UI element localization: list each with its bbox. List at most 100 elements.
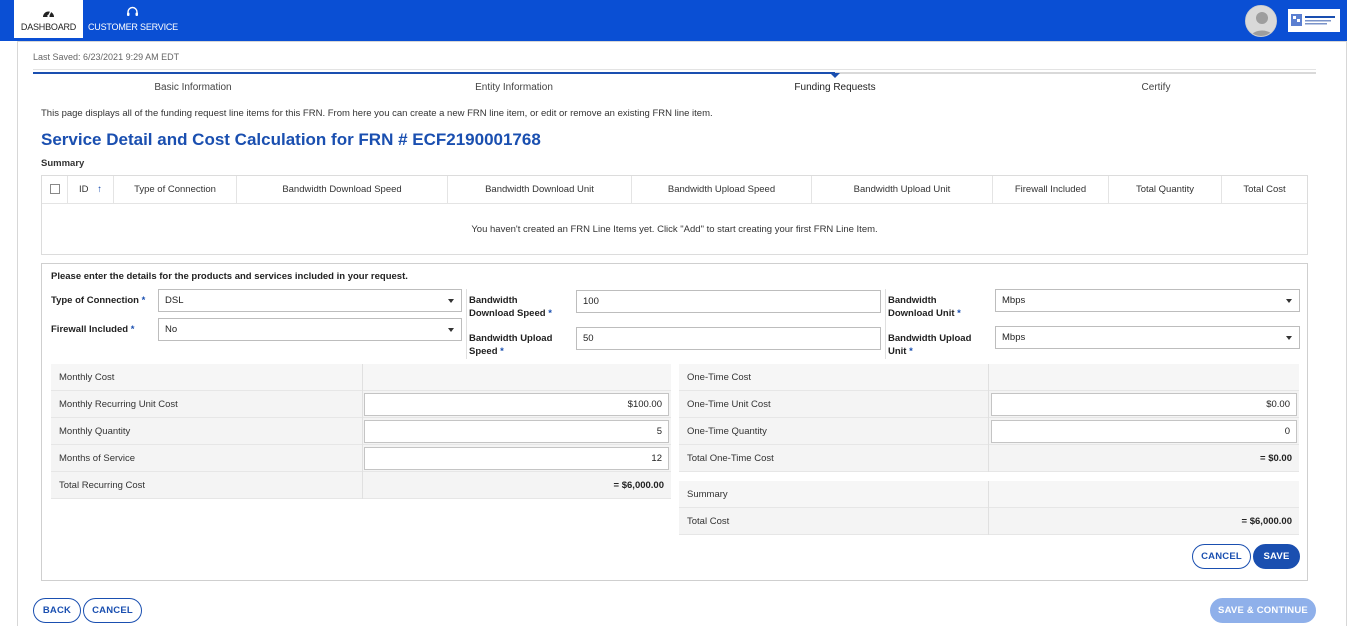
bandwidth-upload-unit-label-line2: Unit [888,346,907,357]
select-all-cell [42,176,68,204]
firewall-included-select[interactable]: No [158,318,462,341]
column-header-bandwidth-upload-unit[interactable]: Bandwidth Upload Unit [812,176,993,204]
bandwidth-download-unit-label-line2-wrap: Download Unit * [888,307,961,320]
monthly-unit-cost-label: Monthly Recurring Unit Cost [59,399,178,410]
user-avatar[interactable] [1245,5,1277,37]
summary-header-row: Summary [679,481,1299,508]
cell-divider [362,364,363,391]
top-navigation-bar: DASHBOARD CUSTOMER SERVICE [0,0,1347,41]
firewall-included-value: No [165,324,178,335]
type-of-connection-select[interactable]: DSL [158,289,462,312]
cell-divider [988,508,989,535]
monthly-quantity-label: Monthly Quantity [59,426,131,437]
bandwidth-download-speed-label-line1: Bandwidth [469,295,518,306]
bandwidth-download-unit-value: Mbps [1002,295,1026,306]
bandwidth-download-unit-label: Bandwidth Download Unit * [888,294,961,320]
bandwidth-upload-unit-label: Bandwidth Upload Unit * [888,332,971,358]
form-save-button[interactable]: SAVE [1253,544,1300,569]
chevron-down-icon [448,299,454,303]
organization-logo [1288,9,1340,32]
total-recurring-cost-label: Total Recurring Cost [59,480,146,491]
bandwidth-upload-unit-select[interactable]: Mbps [995,326,1300,349]
one-time-unit-cost-input[interactable]: $0.00 [991,393,1297,416]
one-time-unit-cost-label: One-Time Unit Cost [687,399,771,410]
type-of-connection-value: DSL [165,295,184,306]
step-basic-information[interactable]: Basic Information [93,82,293,93]
firewall-included-label-text: Firewall Included [51,324,129,335]
months-of-service-row: Months of Service 12 [51,445,671,472]
total-one-time-cost-label: Total One-Time Cost [687,453,774,464]
nav-customer-service-label: CUSTOMER SERVICE [88,22,178,32]
one-time-quantity-input[interactable]: 0 [991,420,1297,443]
cancel-button[interactable]: CANCEL [83,598,142,623]
cell-divider [988,391,989,418]
bandwidth-download-speed-label: Bandwidth Download Speed * [469,294,552,320]
one-time-quantity-label: One-Time Quantity [687,426,767,437]
column-header-id[interactable]: ID ↑ [68,176,114,204]
column-header-total-quantity[interactable]: Total Quantity [1109,176,1222,204]
step-entity-information[interactable]: Entity Information [414,82,614,93]
line-items-table: ID ↑ Type of Connection Bandwidth Downlo… [41,175,1308,255]
bandwidth-upload-unit-value: Mbps [1002,332,1026,343]
last-saved-text: Last Saved: 6/23/2021 9:29 AM EDT [33,52,180,62]
monthly-cost-header-row: Monthly Cost [51,364,671,391]
nav-dashboard[interactable]: DASHBOARD [14,0,83,41]
cell-divider [362,418,363,445]
column-header-firewall-included[interactable]: Firewall Included [993,176,1109,204]
active-step-indicator [830,73,840,78]
monthly-quantity-input[interactable]: 5 [364,420,669,443]
monthly-unit-cost-input[interactable]: $100.00 [364,393,669,416]
column-header-bandwidth-download-speed[interactable]: Bandwidth Download Speed [237,176,448,204]
chevron-down-icon [1286,336,1292,340]
bandwidth-download-unit-label-line2: Download Unit [888,308,955,319]
column-header-type-of-connection[interactable]: Type of Connection [114,176,237,204]
one-time-cost-header: One-Time Cost [687,372,752,383]
cell-divider [988,481,989,508]
cell-divider [988,418,989,445]
column-header-id-label: ID [79,184,89,195]
nav-dashboard-label: DASHBOARD [20,22,77,32]
monthly-quantity-row: Monthly Quantity 5 [51,418,671,445]
column-header-total-cost[interactable]: Total Cost [1222,176,1307,204]
one-time-quantity-row: One-Time Quantity 0 [679,418,1299,445]
summary-heading: Summary [41,158,85,169]
bandwidth-upload-unit-label-line2-wrap: Unit * [888,345,971,358]
page-description: This page displays all of the funding re… [41,108,713,119]
required-marker: * [500,346,504,357]
total-cost-value: = $6,000.00 [1241,516,1292,527]
step-funding-requests[interactable]: Funding Requests [735,82,935,93]
required-marker: * [957,308,961,319]
dashboard-gauge-icon [43,10,54,18]
firewall-included-label: Firewall Included * [51,323,134,336]
line-item-form: Please enter the details for the product… [41,263,1308,581]
total-recurring-cost-value: = $6,000.00 [613,480,664,491]
bandwidth-download-unit-label-line1: Bandwidth [888,295,937,306]
usac-logo-icon [1288,9,1340,32]
sort-ascending-icon[interactable]: ↑ [97,184,102,195]
nav-customer-service[interactable]: CUSTOMER SERVICE [88,0,178,41]
divider [33,69,1316,70]
bandwidth-upload-unit-label-line1: Bandwidth Upload [888,333,972,344]
table-header: ID ↑ Type of Connection Bandwidth Downlo… [42,176,1307,204]
bandwidth-download-unit-select[interactable]: Mbps [995,289,1300,312]
bandwidth-upload-speed-input[interactable]: 50 [576,327,881,350]
column-divider [885,289,886,359]
select-all-checkbox[interactable] [50,184,60,194]
empty-table-message: You haven't created an FRN Line Items ye… [471,224,878,235]
cell-divider [362,391,363,418]
required-marker: * [130,324,135,335]
cell-divider [988,364,989,391]
form-cancel-button[interactable]: CANCEL [1192,544,1251,569]
bandwidth-upload-speed-label-line2-wrap: Speed * [469,345,552,358]
bandwidth-download-speed-label-line2-wrap: Download Speed * [469,307,552,320]
column-header-bandwidth-download-unit[interactable]: Bandwidth Download Unit [448,176,632,204]
bandwidth-download-speed-input[interactable]: 100 [576,290,881,313]
months-of-service-label: Months of Service [59,453,136,464]
save-and-continue-button[interactable]: SAVE & CONTINUE [1210,598,1316,623]
column-header-bandwidth-upload-speed[interactable]: Bandwidth Upload Speed [632,176,812,204]
months-of-service-input[interactable]: 12 [364,447,669,470]
back-button[interactable]: BACK [33,598,81,623]
step-certify[interactable]: Certify [1056,82,1256,93]
bandwidth-upload-speed-label-line2: Speed [469,346,498,357]
monthly-cost-header: Monthly Cost [59,372,115,383]
